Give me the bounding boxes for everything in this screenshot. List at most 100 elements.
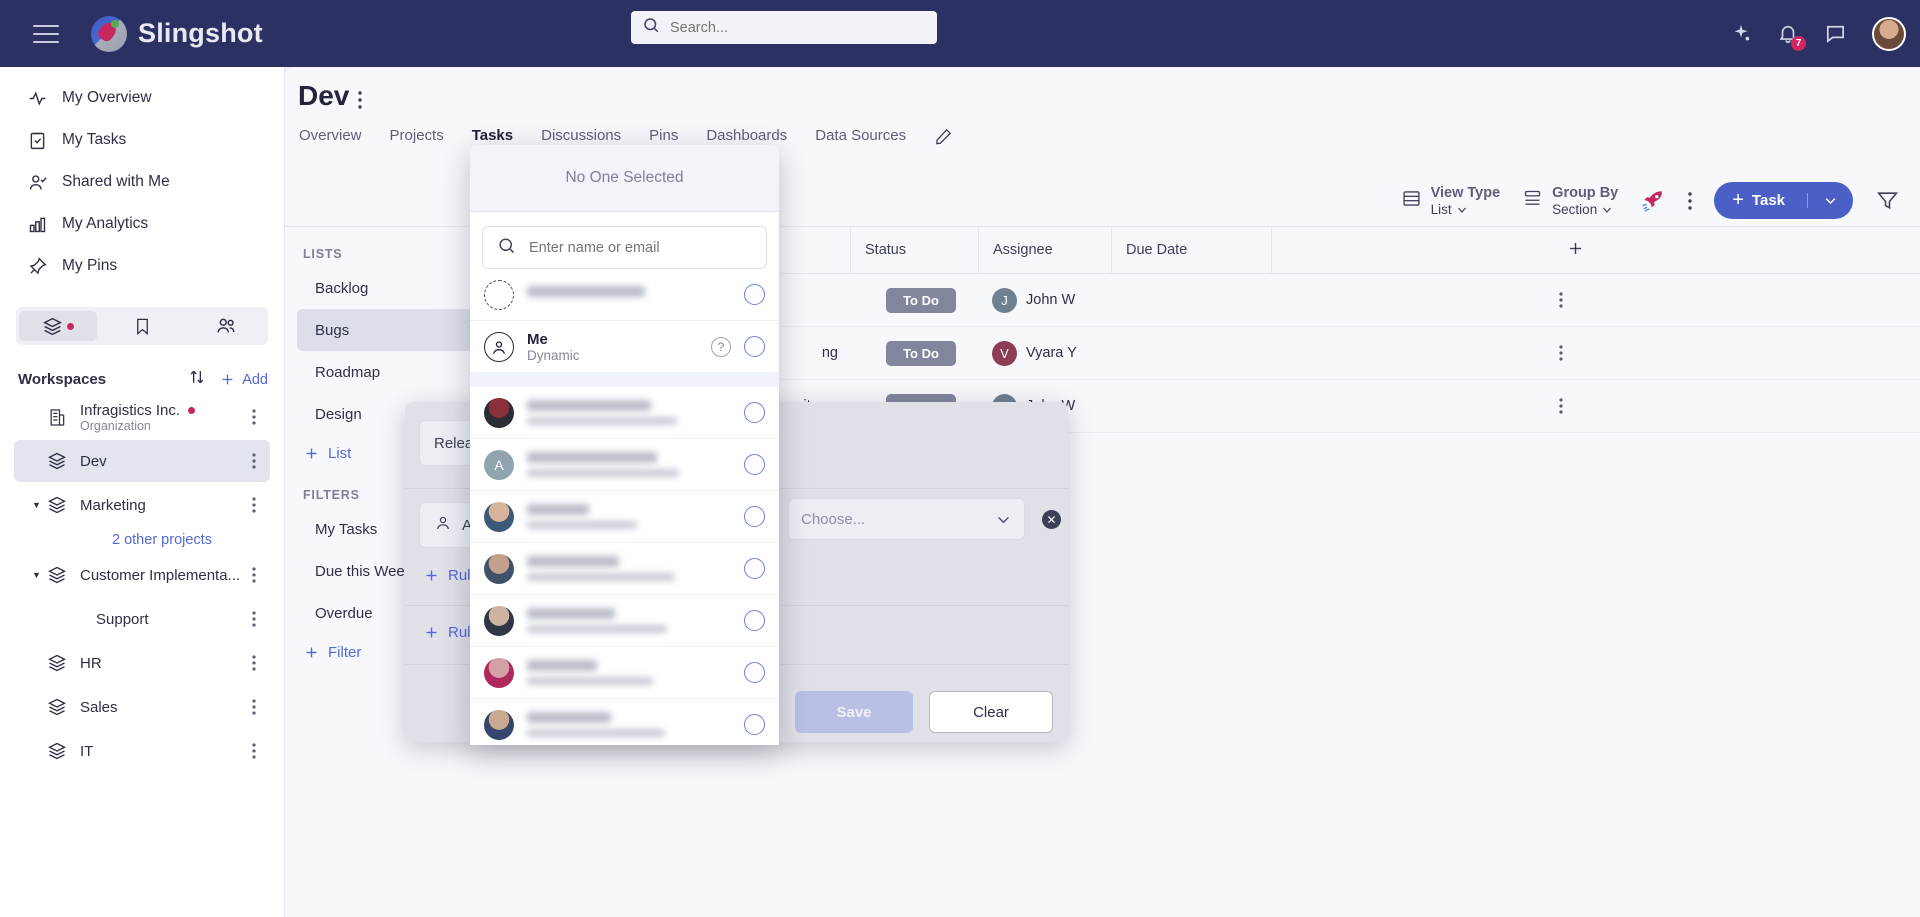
tab-data-sources[interactable]: Data Sources [815, 127, 906, 154]
toolbar-more-menu[interactable] [1688, 191, 1692, 210]
status-badge[interactable]: To Do [886, 287, 956, 313]
pencil-icon[interactable] [934, 127, 953, 151]
assignee-radio[interactable] [744, 558, 765, 579]
workspace-more-menu[interactable] [252, 453, 256, 469]
row-more-menu[interactable] [1559, 398, 1563, 414]
workspace-more-menu[interactable] [252, 409, 256, 425]
chevron-down-icon [1825, 198, 1836, 205]
sidebar-item-support[interactable]: Support [14, 598, 270, 640]
sidebar-item-shared-with-me[interactable]: Shared with Me [0, 161, 284, 203]
workspace-more-menu[interactable] [252, 699, 256, 715]
assignee-radio[interactable] [744, 662, 765, 683]
release-field-value: Relea [434, 434, 474, 452]
add-workspace-button[interactable]: Add [219, 371, 268, 388]
workspace-more-menu[interactable] [252, 567, 256, 583]
column-header-status[interactable]: Status [850, 226, 978, 274]
workspace-more-menu[interactable] [252, 497, 256, 513]
sort-icon[interactable] [187, 367, 207, 392]
chevron-right-icon[interactable]: ▼ [32, 500, 42, 510]
other-projects-link[interactable]: 2 other projects [112, 532, 284, 548]
group-by-selector[interactable]: Group By Section [1522, 184, 1618, 217]
due-date[interactable] [1111, 380, 1271, 433]
sparkle-icon[interactable] [1730, 23, 1752, 45]
assignee-option[interactable] [470, 269, 779, 321]
assignee-option[interactable] [470, 491, 779, 543]
remove-rule-button[interactable]: ✕ [1042, 510, 1061, 529]
add-task-button[interactable]: + Task [1714, 182, 1853, 219]
status-badge[interactable]: To Do [886, 340, 956, 366]
assignee-search-input[interactable] [529, 239, 729, 256]
sidebar-item-infragistics-inc[interactable]: Infragistics Inc. Organization [14, 396, 270, 438]
sidebar-item-dev[interactable]: Dev [14, 440, 270, 482]
workspace-label: Marketing [80, 496, 146, 514]
plus-icon [306, 647, 317, 658]
hamburger-icon[interactable] [33, 24, 59, 43]
user-check-icon [26, 172, 48, 193]
workspace-label: Support [96, 610, 149, 628]
sidebar-item-sales[interactable]: Sales [14, 686, 270, 728]
assignee-option[interactable]: Me Dynamic? [470, 321, 779, 373]
rocket-icon[interactable] [1640, 188, 1666, 214]
sidebar-item-bookmarks-tab[interactable] [103, 311, 181, 341]
slingshot-rocket-logo [91, 15, 127, 52]
assignee-radio[interactable] [744, 284, 765, 305]
sidebar-item-hr[interactable]: HR [14, 642, 270, 684]
workspace-more-menu[interactable] [252, 743, 256, 759]
help-icon[interactable]: ? [711, 336, 731, 357]
chat-icon[interactable] [1824, 22, 1847, 45]
sidebar-item-my-tasks[interactable]: My Tasks [0, 119, 284, 161]
page-title: Dev [298, 80, 350, 111]
assignee-radio[interactable] [744, 714, 765, 735]
chevron-right-icon[interactable]: ▼ [32, 570, 42, 580]
column-header-assignee[interactable]: Assignee [978, 226, 1111, 274]
row-more-menu[interactable] [1559, 292, 1563, 308]
workspace-label: Dev [80, 452, 107, 470]
avatar[interactable] [1872, 16, 1906, 51]
choose-value-select[interactable]: Choose... [788, 498, 1025, 540]
due-date[interactable] [1111, 327, 1271, 380]
tab-overview[interactable]: Overview [299, 127, 362, 154]
assignee-option[interactable]: A [470, 439, 779, 491]
sidebar-item-people-tab[interactable] [187, 311, 265, 341]
group-by-value: Section [1552, 202, 1598, 217]
tab-projects[interactable]: Projects [390, 127, 444, 154]
assignee-option[interactable] [470, 699, 779, 745]
assignee-radio[interactable] [744, 610, 765, 631]
project-more-menu[interactable] [358, 91, 362, 109]
add-column-button[interactable] [1271, 226, 1591, 274]
row-more-menu[interactable] [1559, 345, 1563, 361]
save-button[interactable]: Save [795, 691, 913, 733]
sidebar-item-marketing[interactable]: ▼ Marketing [14, 484, 270, 526]
view-type-selector[interactable]: View Type List [1401, 184, 1500, 217]
assignee-radio[interactable] [744, 402, 765, 423]
assignee-option[interactable] [470, 543, 779, 595]
assignee-radio[interactable] [744, 336, 765, 357]
assignee-option[interactable] [470, 647, 779, 699]
assignee-avatar: A [484, 449, 514, 480]
sidebar-item-my-pins[interactable]: My Pins [0, 245, 284, 287]
bell-icon[interactable]: 7 [1777, 23, 1806, 51]
layers-icon [44, 495, 70, 515]
sidebar-item-my-analytics[interactable]: My Analytics [0, 203, 284, 245]
assignee-radio[interactable] [744, 506, 765, 527]
search-icon [642, 16, 660, 39]
sidebar-item-my-overview[interactable]: My Overview [0, 77, 284, 119]
filter-icon[interactable] [1875, 188, 1900, 213]
assignee-search-box[interactable] [482, 226, 767, 269]
sidebar-item-it[interactable]: IT [14, 730, 270, 772]
due-date[interactable] [1111, 274, 1271, 327]
column-header-due-date[interactable]: Due Date [1111, 226, 1271, 274]
sidebar-item-customer-implementa[interactable]: ▼ Customer Implementa... [14, 554, 270, 596]
sidebar-item-workspaces-tab[interactable] [19, 311, 97, 341]
app-logo[interactable]: Slingshot [91, 15, 263, 52]
search-box[interactable] [631, 11, 937, 44]
search-input[interactable] [670, 19, 900, 36]
assignee-option[interactable] [470, 387, 779, 439]
clear-button[interactable]: Clear [929, 691, 1053, 733]
workspace-more-menu[interactable] [252, 611, 256, 627]
assignee-radio[interactable] [744, 454, 765, 475]
assignee-option[interactable] [470, 595, 779, 647]
assignee-avatar [484, 605, 514, 636]
workspace-more-menu[interactable] [252, 655, 256, 671]
add-task-dropdown[interactable] [1807, 193, 1853, 208]
